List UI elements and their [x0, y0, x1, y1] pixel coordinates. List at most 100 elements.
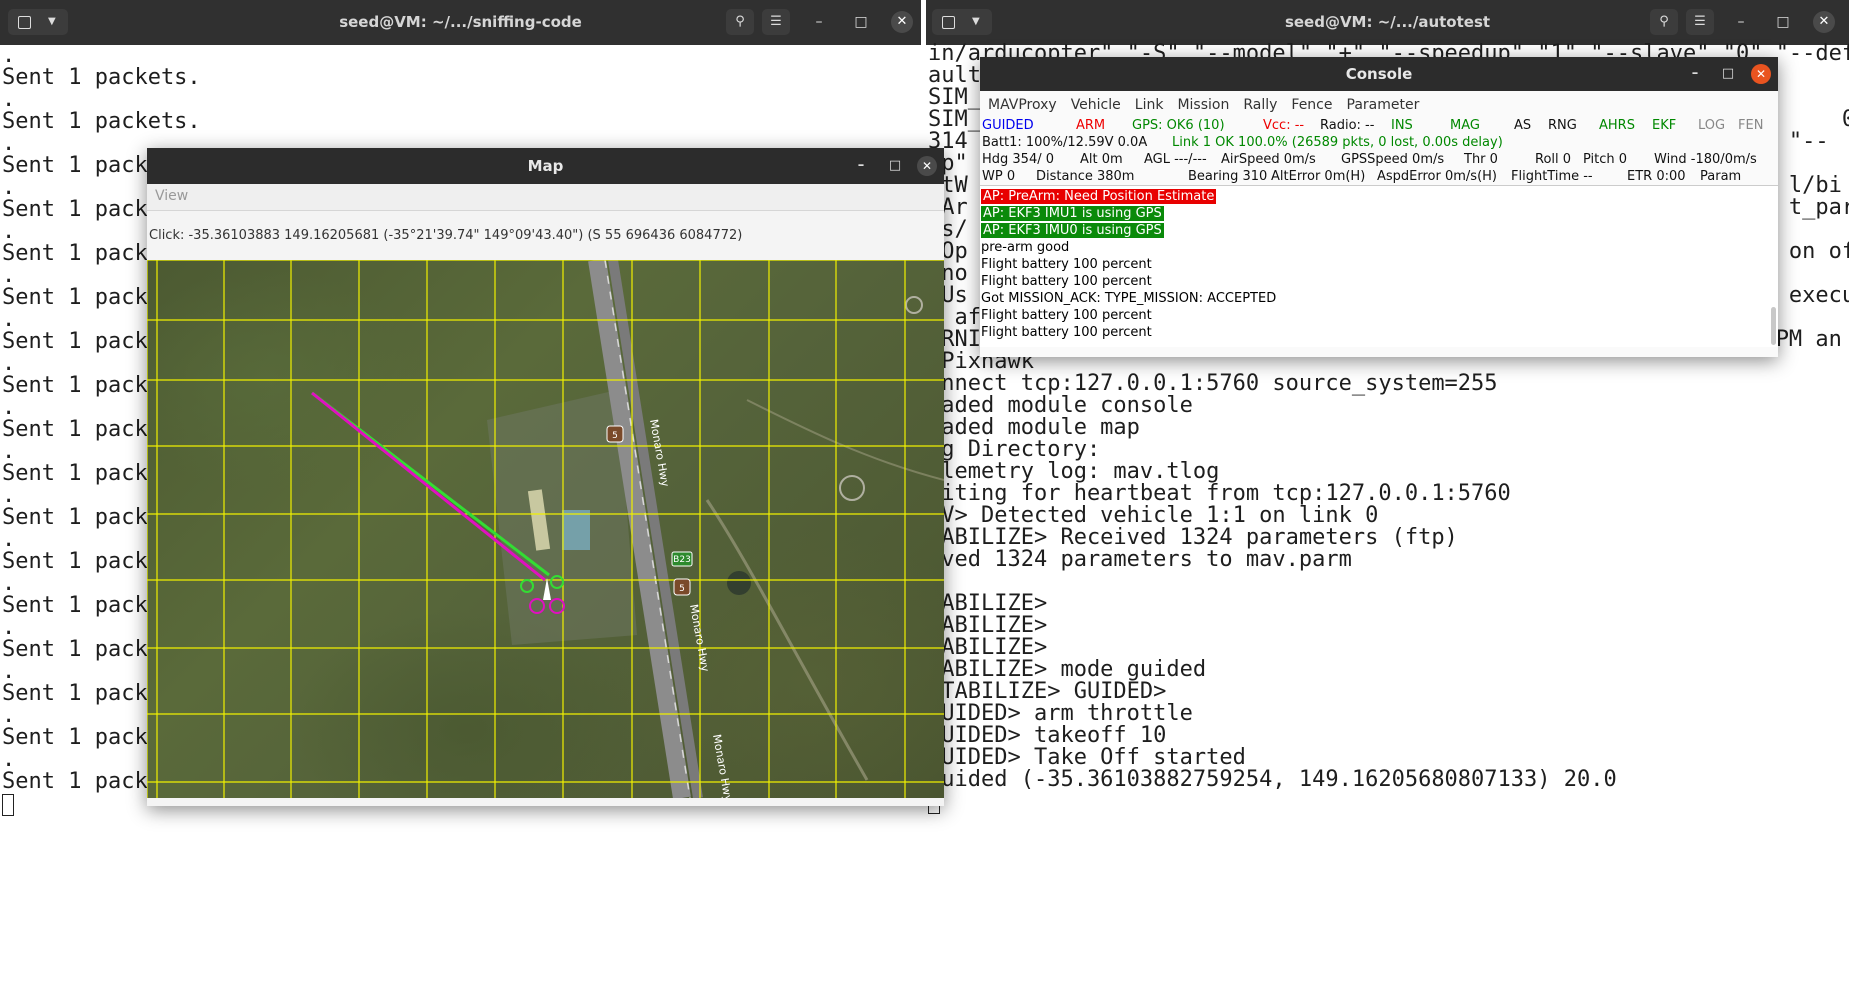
hangar-building [562, 510, 590, 550]
console-window[interactable]: Console – □ ✕ MAVProxy Vehicle Link Mission… [980, 57, 1778, 357]
terminal-line: oaded module map [928, 415, 1140, 440]
map-window[interactable]: Map – □ ✕ View Click: -35.36103883 149.1… [147, 148, 944, 806]
map-canvas[interactable]: 5 B23 5 Monaro Hwy Monaro Hwy Monaro Hwy [147, 260, 944, 798]
terminal-line: . [2, 43, 16, 68]
status-field: RNG [1548, 118, 1577, 133]
console-menu-mavproxy[interactable]: MAVProxy [988, 97, 1057, 113]
console-message-text: Flight battery 100 percent [981, 325, 1152, 340]
map-window-title: Map [527, 157, 564, 175]
terminal-line: Sent 1 packets. [2, 65, 201, 90]
terminal-line: oaded module console [928, 393, 1193, 418]
status-field: EKF [1652, 118, 1677, 133]
status-field: WP 0 [982, 169, 1016, 184]
terminal-line: . [2, 87, 16, 112]
route-shield-label: 5 [679, 584, 685, 594]
menu-button[interactable]: ☰ [762, 9, 790, 35]
console-message: Flight battery 100 percent [981, 307, 1276, 324]
status-field: Vcc: -- [1263, 118, 1305, 133]
console-message-text: AP: PreArm: Need Position Estimate [981, 189, 1217, 204]
map-window-titlebar[interactable]: Map – □ ✕ [147, 148, 944, 184]
terminal-cursor [928, 791, 1849, 814]
console-menu-mission[interactable]: Mission [1177, 97, 1229, 113]
route-shield-label: B23 [673, 555, 691, 565]
console-window-titlebar[interactable]: Console – □ ✕ [980, 57, 1778, 91]
console-menu-link[interactable]: Link [1135, 97, 1164, 113]
console-window-title: Console [1345, 65, 1413, 83]
terminal-line: onnect tcp:127.0.0.1:5760 source_system=… [928, 371, 1498, 396]
status-field: Distance 380m [1036, 169, 1135, 184]
close-icon: ✕ [921, 159, 933, 173]
maximize-icon: □ [1721, 66, 1735, 81]
terminal-line: TABILIZE> Received 1324 parameters (ftp) [928, 525, 1458, 550]
minimize-icon: – [1737, 14, 1745, 30]
terminal-line: TABILIZE> mode guided [928, 657, 1207, 682]
console-message: AP: EKF3 IMU0 is using GPS [981, 222, 1276, 239]
close-icon: ✕ [1755, 67, 1767, 81]
route-shield: 5 [673, 578, 691, 596]
console-menu-parameter[interactable]: Parameter [1347, 97, 1420, 113]
left-terminal-titlebar[interactable]: ▼ seed@VM: ~/.../sniffing-code ⚲ ☰ – □ ✕ [0, 0, 921, 45]
console-message-text: Flight battery 100 percent [981, 257, 1152, 272]
dirt-track [705, 499, 869, 781]
status-field: Bearing 310 [1188, 169, 1268, 184]
console-message: Flight battery 100 percent [981, 324, 1276, 341]
status-field: Batt1: 100%/12.59V 0.0A [982, 135, 1148, 150]
terminal-line: aiting for heartbeat from tcp:127.0.0.1:… [928, 481, 1511, 506]
console-minimize-button[interactable]: – [1685, 64, 1705, 84]
search-button[interactable]: ⚲ [1650, 9, 1678, 35]
close-icon: ✕ [1818, 14, 1830, 29]
status-field: FlightTime -- [1511, 169, 1593, 184]
terminal-line: GUIDED> takeoff 10 [928, 723, 1167, 748]
console-menu-rally[interactable]: Rally [1243, 97, 1277, 113]
status-field: ETR 0:00 [1627, 169, 1686, 184]
console-close-button[interactable]: ✕ [1751, 64, 1771, 84]
map-maximize-button[interactable]: □ [885, 156, 905, 176]
console-message-text: pre-arm good [981, 240, 1070, 255]
map-close-button[interactable]: ✕ [917, 156, 937, 176]
terminal-line: aved 1324 parameters to mav.parm [928, 547, 1352, 572]
status-field: GPS: OK6 (10) [1132, 118, 1225, 133]
terminal-line: TABILIZE> [928, 591, 1048, 616]
minimize-button[interactable]: – [808, 11, 830, 33]
maximize-button[interactable]: □ [850, 11, 872, 33]
console-scrollbar[interactable] [1770, 190, 1776, 345]
terminal-line: elemetry log: mav.tlog [928, 459, 1220, 484]
console-maximize-button[interactable]: □ [1718, 64, 1738, 84]
console-menu-fence[interactable]: Fence [1291, 97, 1332, 113]
console-scrollbar-thumb[interactable] [1771, 307, 1776, 345]
route-shield: 5 [606, 425, 624, 443]
hamburger-icon: ☰ [770, 14, 782, 29]
terminal-line: AV> Detected vehicle 1:1 on link 0 [928, 503, 1379, 528]
console-menu-vehicle[interactable]: Vehicle [1071, 97, 1121, 113]
view-menu[interactable]: View [155, 188, 188, 204]
menu-button[interactable]: ☰ [1686, 9, 1714, 35]
minimize-icon: – [1691, 66, 1699, 81]
terminal-line: TABILIZE> [928, 635, 1048, 660]
status-field: AspdError 0m/s(H) [1377, 169, 1497, 184]
close-button[interactable]: ✕ [1813, 11, 1835, 33]
maximize-icon: □ [854, 14, 868, 30]
console-message: AP: PreArm: Need Position Estimate [981, 188, 1276, 205]
console-message: Flight battery 100 percent [981, 256, 1276, 273]
terminal-line: TABILIZE> [928, 613, 1048, 638]
console-message-log[interactable]: AP: PreArm: Need Position Estimate AP: EK… [980, 185, 1778, 347]
status-field: Thr 0 [1464, 152, 1498, 167]
search-icon: ⚲ [1659, 14, 1669, 29]
right-terminal-titlebar[interactable]: ▼ seed@VM: ~/.../autotest ⚲ ☰ – □ ✕ [926, 0, 1849, 45]
minimize-button[interactable]: – [1730, 11, 1752, 33]
status-field: AirSpeed 0m/s [1221, 152, 1316, 167]
minimize-icon: – [857, 158, 865, 173]
terminal-line: GUIDED> Take Off started [928, 745, 1246, 770]
console-messages: AP: PreArm: Need Position Estimate AP: EK… [981, 188, 1276, 341]
status-field: Link 1 OK 100.0% (26589 pkts, 0 lost, 0.… [1172, 135, 1503, 150]
search-button[interactable]: ⚲ [726, 9, 754, 35]
route-shield-label: 5 [612, 431, 618, 441]
circular-field [905, 296, 923, 314]
status-field: AltError 0m(H) [1271, 169, 1366, 184]
pond [727, 571, 751, 595]
maximize-button[interactable]: □ [1772, 11, 1794, 33]
console-message-text: AP: EKF3 IMU1 is using GPS [981, 206, 1164, 221]
close-button[interactable]: ✕ [891, 11, 913, 33]
map-minimize-button[interactable]: – [851, 156, 871, 176]
status-field: FEN [1738, 118, 1764, 133]
